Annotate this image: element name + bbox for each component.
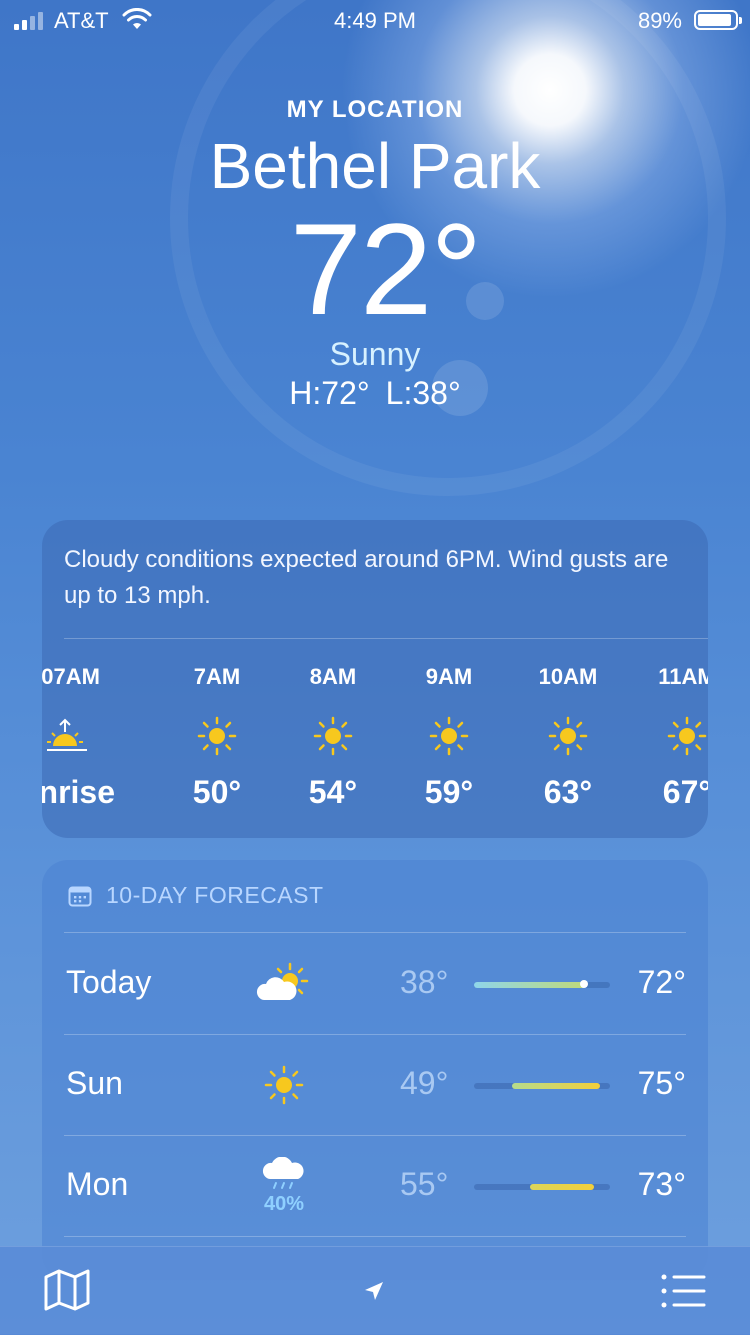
hour-temperature: 59° bbox=[424, 774, 474, 810]
low-temperature: L:38° bbox=[385, 375, 461, 411]
sun-icon bbox=[632, 706, 708, 766]
current-condition: Sunny bbox=[329, 336, 421, 372]
weather-summary: Cloudy conditions expected around 6PM. W… bbox=[64, 546, 669, 609]
hour-time: 8AM bbox=[309, 664, 357, 689]
forecast-day: Sun bbox=[66, 1065, 123, 1101]
hour-time: 10AM bbox=[538, 664, 598, 689]
forecast-high: 75° bbox=[637, 1065, 686, 1101]
sun-icon bbox=[278, 706, 388, 766]
hour-item[interactable]: 9AM 59° bbox=[394, 664, 504, 811]
forecast-day: Mon bbox=[66, 1166, 129, 1202]
high-temperature: H:72° bbox=[289, 375, 370, 411]
forecast-row-sun[interactable]: Sun 49° 75° bbox=[64, 1035, 686, 1135]
forecast-low: 38° bbox=[400, 964, 449, 1000]
sunrise-icon bbox=[42, 706, 122, 766]
current-weather-header: MY LOCATION Bethel Park 72° Sunny H:72° L… bbox=[0, 96, 750, 412]
forecast-day: Today bbox=[66, 964, 152, 1000]
list-icon bbox=[661, 1274, 706, 1308]
high-low: H:72° L:38° bbox=[0, 375, 750, 412]
hour-item[interactable]: 10AM 63° bbox=[513, 664, 623, 811]
battery-percentage: 89% bbox=[637, 8, 682, 33]
hour-time: 7AM bbox=[193, 664, 241, 689]
sun-icon bbox=[394, 706, 504, 766]
partly-cloudy-icon bbox=[254, 954, 314, 1014]
city-name: Bethel Park bbox=[209, 130, 541, 202]
hour-temperature: 67° bbox=[662, 774, 708, 810]
temperature-range-bar bbox=[474, 1184, 610, 1190]
rain-cloud-icon: 40% bbox=[254, 1156, 314, 1216]
hour-time: :07AM bbox=[42, 664, 100, 689]
current-temperature: 72° bbox=[289, 196, 483, 342]
precipitation-probability: 40% bbox=[263, 1192, 305, 1215]
map-button[interactable] bbox=[44, 1269, 90, 1316]
hour-temperature: 50° bbox=[192, 774, 242, 810]
hourly-forecast-card[interactable]: Cloudy conditions expected around 6PM. W… bbox=[42, 520, 708, 838]
location-list-button[interactable] bbox=[660, 1273, 706, 1314]
hour-time: 11AM bbox=[658, 664, 708, 689]
forecast-high: 73° bbox=[637, 1166, 686, 1202]
battery-icon bbox=[694, 10, 742, 30]
hour-time: 9AM bbox=[425, 664, 473, 689]
sun-icon bbox=[513, 706, 623, 766]
divider bbox=[64, 932, 686, 933]
hour-item[interactable]: 11AM 67° bbox=[632, 664, 708, 811]
forecast-row-today[interactable]: Today 38° 72° bbox=[64, 934, 686, 1034]
forecast-row-mon[interactable]: Mon 40% 55° 73° bbox=[64, 1136, 686, 1236]
map-icon bbox=[44, 1269, 90, 1311]
status-bar: AT&T 4:49 PM 89% bbox=[0, 0, 750, 40]
sun-icon bbox=[162, 706, 272, 766]
hour-item[interactable]: 7AM 50° bbox=[162, 664, 272, 811]
hour-temperature: 63° bbox=[543, 774, 593, 810]
sun-icon bbox=[254, 1055, 314, 1115]
divider bbox=[64, 638, 708, 639]
hour-item[interactable]: :07AM unrise bbox=[42, 664, 122, 811]
divider bbox=[64, 1236, 686, 1237]
bottom-toolbar bbox=[0, 1246, 750, 1335]
current-location-button[interactable] bbox=[362, 1279, 386, 1308]
calendar-icon bbox=[68, 886, 92, 906]
hour-temperature: unrise bbox=[42, 774, 116, 810]
forecast-high: 72° bbox=[637, 964, 686, 1000]
location-arrow-icon bbox=[365, 1282, 383, 1300]
temperature-range-bar bbox=[474, 1083, 610, 1089]
current-temp-dot bbox=[580, 980, 588, 988]
location-label: MY LOCATION bbox=[286, 96, 464, 123]
forecast-header: 10-DAY FORECAST bbox=[68, 882, 324, 909]
forecast-title: 10-DAY FORECAST bbox=[106, 882, 324, 908]
forecast-low: 55° bbox=[400, 1166, 449, 1202]
temperature-range-bar bbox=[474, 980, 610, 988]
hour-temperature: 54° bbox=[308, 774, 358, 810]
hour-item[interactable]: 8AM 54° bbox=[278, 664, 388, 811]
forecast-low: 49° bbox=[400, 1065, 449, 1101]
ten-day-forecast-card[interactable]: 10-DAY FORECAST Today 38° 72° Sun 49° 75… bbox=[42, 860, 708, 1280]
